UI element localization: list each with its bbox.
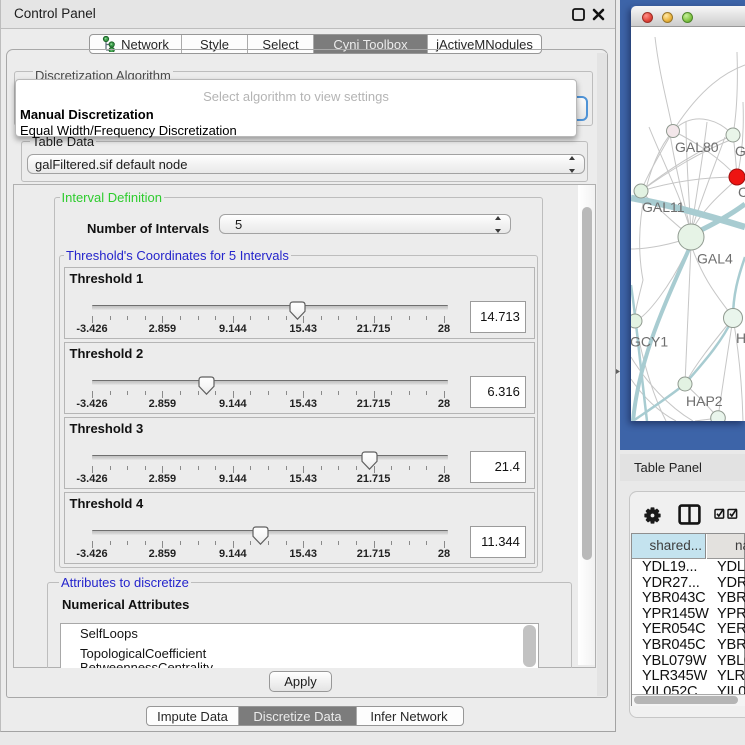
svg-text:HI: HI	[736, 330, 745, 346]
svg-text:GAL80: GAL80	[675, 139, 719, 155]
svg-text:GCY1: GCY1	[631, 334, 668, 350]
svg-text:C: C	[738, 184, 745, 200]
svg-text:GA: GA	[735, 143, 745, 159]
svg-text:GAL11: GAL11	[642, 199, 685, 215]
svg-text:HAP2: HAP2	[686, 393, 723, 409]
svg-text:GAL4: GAL4	[697, 251, 733, 267]
